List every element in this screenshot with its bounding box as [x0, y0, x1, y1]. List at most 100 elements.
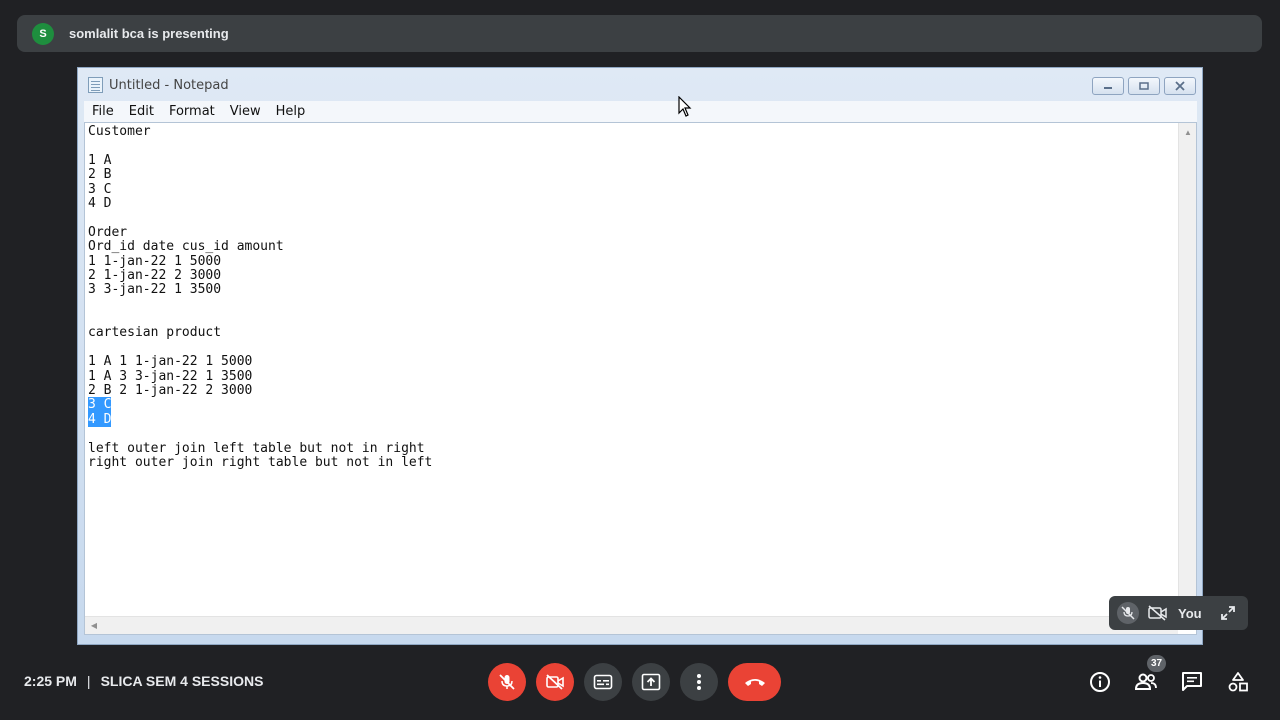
- notepad-text-content[interactable]: Customer 1 A2 B3 C4 D Order Ord_id date cus…: [88, 125, 1168, 611]
- minimize-icon: [1104, 87, 1112, 89]
- notepad-titlebar[interactable]: Untitled - Notepad: [78, 68, 1202, 102]
- meeting-name: SLICA SEM 4 SESSIONS: [100, 673, 264, 689]
- notepad-line: 1 A 3 3-jan-22 1 3500: [88, 368, 1168, 384]
- meeting-bottom-bar: 2:25 PM | SLICA SEM 4 SESSIONS 37: [0, 655, 1280, 710]
- activities-button[interactable]: [1226, 670, 1250, 694]
- notepad-line: 2 B 2 1-jan-22 2 3000: [88, 383, 1168, 399]
- present-screen-icon: [641, 673, 661, 691]
- notepad-line-text: 1 A: [88, 152, 112, 168]
- menu-view[interactable]: View: [230, 104, 261, 119]
- meeting-details-button[interactable]: [1088, 670, 1112, 694]
- participants-count-badge: 37: [1147, 655, 1166, 672]
- microphone-toggle-button[interactable]: [488, 663, 526, 701]
- notepad-line: 3 3-jan-22 1 3500: [88, 283, 1168, 297]
- notepad-line: [88, 341, 1168, 355]
- mouse-cursor-icon: [678, 96, 692, 117]
- window-controls: [1092, 77, 1196, 95]
- notepad-line: 2 B: [88, 167, 1168, 183]
- notepad-line: Ord_id date cus_id amount: [88, 239, 1168, 255]
- notepad-menubar: File Edit Format View Help: [84, 101, 1197, 122]
- menu-edit[interactable]: Edit: [129, 104, 154, 119]
- notepad-line: 2 1-jan-22 2 3000: [88, 267, 1168, 283]
- meeting-info: 2:25 PM | SLICA SEM 4 SESSIONS: [24, 673, 263, 689]
- notepad-line: 3 C: [88, 181, 1168, 197]
- notepad-line-text: cartesian product: [88, 325, 222, 341]
- restore-icon: [1139, 82, 1149, 90]
- expand-icon[interactable]: [1220, 605, 1236, 621]
- notepad-line-text: Customer: [88, 125, 151, 139]
- mic-off-icon: [499, 674, 515, 690]
- notepad-line: [88, 427, 1168, 441]
- close-button[interactable]: [1164, 77, 1196, 95]
- activities-shapes-icon: [1228, 672, 1248, 692]
- presenter-banner-text: somlalit bca is presenting: [69, 26, 229, 41]
- notepad-line: 4 D: [88, 195, 1168, 211]
- self-camera-off-icon: [1148, 605, 1168, 621]
- notepad-line-text: 4 D: [88, 411, 112, 427]
- camera-off-icon: [546, 674, 564, 690]
- menu-format[interactable]: Format: [169, 104, 215, 119]
- notepad-app-icon: [88, 77, 103, 93]
- notepad-line-text: 1 A 1 1-jan-22 1 5000: [88, 354, 253, 370]
- call-controls: [488, 663, 781, 701]
- horizontal-scrollbar[interactable]: ◀: [85, 616, 1178, 634]
- maximize-button[interactable]: [1128, 77, 1160, 95]
- notepad-line: Order: [88, 224, 1168, 240]
- leave-call-button[interactable]: [728, 663, 781, 701]
- menu-help[interactable]: Help: [276, 104, 306, 119]
- notepad-line: left outer join left table but not in ri…: [88, 440, 1168, 456]
- notepad-line: 3 C: [88, 397, 1168, 413]
- info-icon: [1090, 672, 1110, 692]
- notepad-line: 1 A 1 1-jan-22 1 5000: [88, 355, 1168, 369]
- notepad-line-text: 3 3-jan-22 1 3500: [88, 282, 222, 298]
- notepad-line-text: 2 1-jan-22 2 3000: [88, 267, 222, 283]
- notepad-line-text: 1 A 3 3-jan-22 1 3500: [88, 368, 253, 384]
- participants-button[interactable]: 37: [1134, 655, 1166, 694]
- notepad-line: [88, 139, 1168, 153]
- close-icon: [1175, 81, 1185, 91]
- scroll-up-icon[interactable]: ▲: [1179, 123, 1197, 141]
- menu-file[interactable]: File: [92, 104, 114, 119]
- notepad-line-text: Ord_id date cus_id amount: [88, 239, 284, 255]
- scroll-left-icon[interactable]: ◀: [85, 617, 103, 634]
- notepad-window: Untitled - Notepad File Edit Format View…: [77, 67, 1203, 645]
- camera-toggle-button[interactable]: [536, 663, 574, 701]
- notepad-line: 1 1-jan-22 1 5000: [88, 253, 1168, 269]
- notepad-line-text: 2 B 2 1-jan-22 2 3000: [88, 383, 253, 399]
- closed-captions-icon: [593, 674, 613, 690]
- notepad-text-area[interactable]: Customer 1 A2 B3 C4 D Order Ord_id date cus…: [84, 122, 1197, 635]
- notepad-title: Untitled - Notepad: [109, 77, 229, 93]
- notepad-line: 1 A: [88, 152, 1168, 168]
- notepad-line-text: left outer join left table but not in ri…: [88, 440, 425, 456]
- end-call-icon: [744, 679, 765, 686]
- self-mic-muted-icon: [1117, 602, 1139, 624]
- notepad-line: [88, 298, 1168, 312]
- notepad-line-text: Order: [88, 224, 128, 240]
- presenter-avatar: S: [32, 22, 54, 45]
- notepad-line: 4 D: [88, 411, 1168, 427]
- notepad-line-text: 3 C: [88, 397, 112, 413]
- notepad-line: Customer: [88, 125, 1168, 139]
- notepad-line-text: 2 B: [88, 167, 112, 183]
- present-screen-button[interactable]: [632, 663, 670, 701]
- notepad-line-text: 3 C: [88, 181, 112, 197]
- meeting-separator: |: [86, 673, 91, 689]
- chat-button[interactable]: [1180, 670, 1204, 694]
- notepad-line-text: right outer join right table but not in …: [88, 454, 433, 470]
- notepad-line: [88, 312, 1168, 326]
- shared-screen: Untitled - Notepad File Edit Format View…: [77, 67, 1203, 645]
- people-icon: [1134, 673, 1157, 690]
- captions-button[interactable]: [584, 663, 622, 701]
- notepad-line-text: 4 D: [88, 195, 112, 211]
- self-view-tile[interactable]: You: [1109, 596, 1248, 630]
- notepad-line-text: 1 1-jan-22 1 5000: [88, 253, 222, 269]
- chat-icon: [1182, 672, 1202, 691]
- vertical-scrollbar[interactable]: ▲: [1178, 123, 1196, 617]
- presenter-banner: S somlalit bca is presenting: [17, 15, 1262, 52]
- meeting-time: 2:25 PM: [24, 673, 77, 689]
- notepad-line: [88, 211, 1168, 225]
- more-options-button[interactable]: [680, 663, 718, 701]
- minimize-button[interactable]: [1092, 77, 1124, 95]
- notepad-line: right outer join right table but not in …: [88, 454, 1168, 470]
- meeting-tools: 37: [1088, 655, 1250, 694]
